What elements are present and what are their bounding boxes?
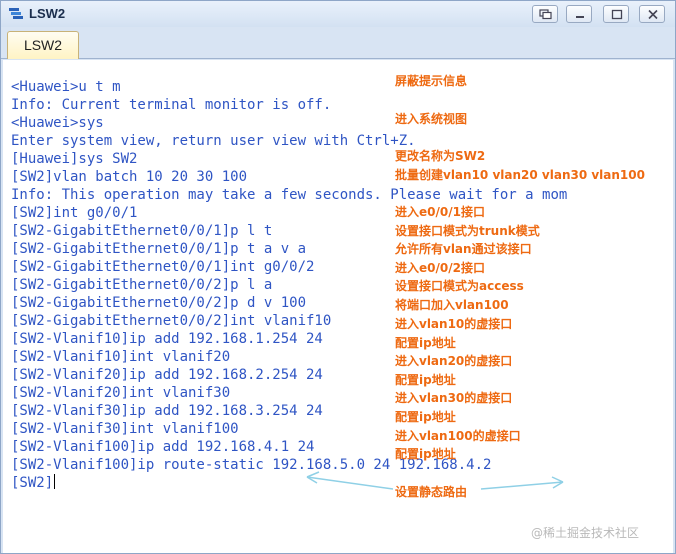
switch-terminal-icon [9, 8, 23, 19]
restore-icon [539, 9, 552, 20]
maximize-button[interactable] [603, 5, 629, 23]
close-button[interactable] [639, 5, 665, 23]
close-icon [648, 9, 658, 20]
maximize-icon [611, 9, 623, 20]
terminal-output[interactable]: <Huawei>u t m Info: Current terminal mon… [3, 60, 673, 553]
window-title: LSW2 [29, 6, 66, 21]
minimize-button[interactable] [566, 5, 592, 23]
tab-bar: LSW2 [1, 27, 675, 59]
restore-button[interactable] [532, 5, 558, 23]
title-bar[interactable]: LSW2 [1, 1, 675, 27]
route-annotation-arrows [306, 471, 564, 490]
terminal-window: LSW2 LSW2 <Huawei>u t m Info: Current te… [0, 0, 676, 554]
watermark: @稀土掘金技术社区 [531, 526, 640, 540]
minimize-icon [576, 16, 584, 18]
tab-lsw2[interactable]: LSW2 [7, 31, 79, 59]
